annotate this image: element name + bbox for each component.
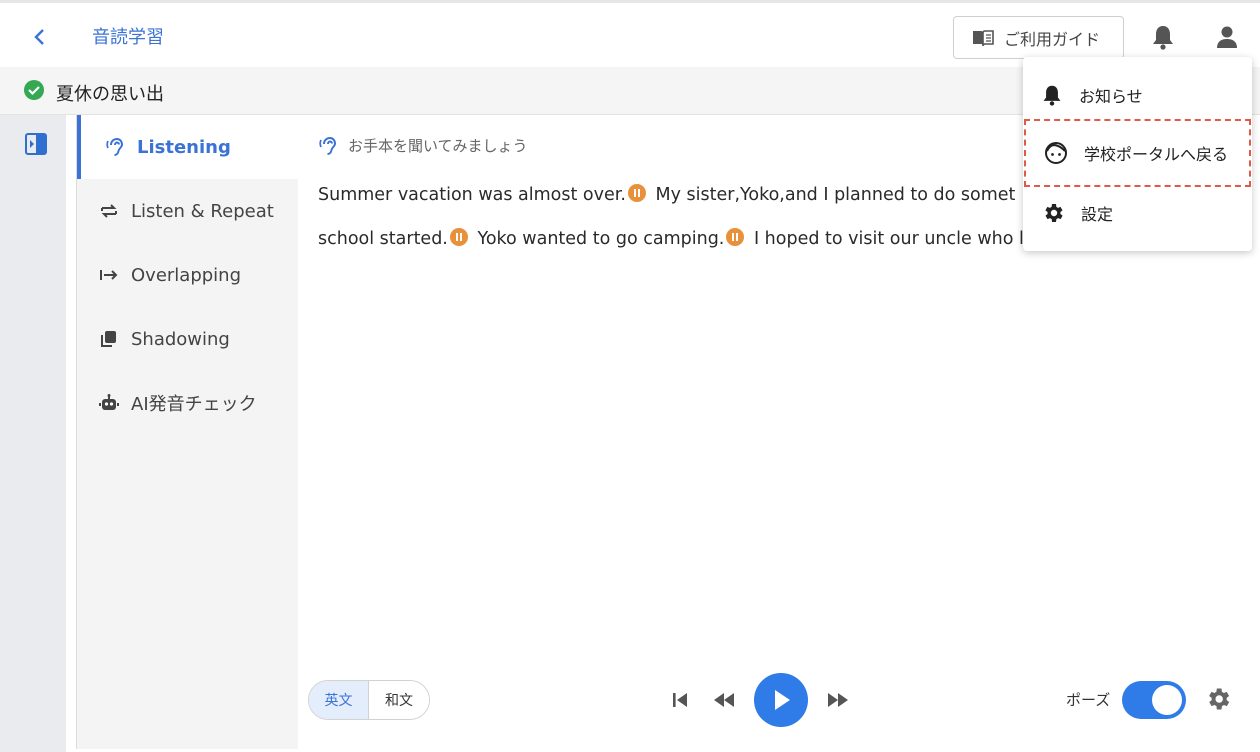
book-icon: [973, 29, 994, 46]
fast-forward-icon: [828, 693, 848, 707]
mode-label: Listen & Repeat: [131, 200, 274, 222]
repeat-icon: [99, 201, 119, 221]
menu-item-label: お知らせ: [1079, 87, 1143, 106]
left-rail: [0, 115, 66, 752]
play-button[interactable]: [754, 673, 808, 727]
guide-label: ご利用ガイド: [1004, 29, 1101, 49]
sidebar-toggle-icon[interactable]: [25, 133, 47, 155]
menu-item-label: 学校ポータルへ戻る: [1084, 145, 1229, 164]
bell-icon: [1153, 26, 1173, 50]
skip-previous-icon: [673, 693, 687, 707]
playback-controls: [658, 673, 860, 727]
ear-icon: [319, 136, 337, 155]
hint-text: お手本を聞いてみましょう: [348, 137, 528, 155]
menu-item-school-portal[interactable]: 学校ポータルへ戻る: [1024, 119, 1251, 187]
mode-item-listen-repeat[interactable]: Listen & Repeat: [77, 179, 298, 243]
mode-item-shadowing[interactable]: Shadowing: [77, 307, 298, 371]
mode-menu: Listening Listen & Repeat Overlapping Sh…: [77, 115, 298, 749]
lesson-title: 夏休の思い出: [56, 84, 164, 105]
back-button[interactable]: [24, 21, 56, 53]
copy-icon: [99, 329, 119, 349]
notifications-button[interactable]: [1150, 23, 1178, 51]
mode-label: AI発音チェック: [131, 394, 257, 415]
pause-marker-icon: [726, 228, 745, 246]
robot-icon: [99, 393, 119, 413]
gear-icon: [1045, 204, 1063, 222]
skip-to-start-button[interactable]: [658, 674, 702, 726]
sentence[interactable]: Summer vacation was almost over.: [318, 185, 626, 205]
pause-marker-icon: [627, 184, 646, 202]
ear-icon: [105, 137, 125, 157]
user-icon: [1217, 26, 1237, 48]
sentence[interactable]: Yoko wanted to go camping.: [477, 229, 724, 249]
sentence[interactable]: My sister,Yoko,and I planned to do somet: [656, 185, 1016, 205]
play-icon: [775, 690, 790, 710]
menu-item-notifications[interactable]: お知らせ: [1023, 67, 1252, 123]
menu-item-settings[interactable]: 設定: [1023, 185, 1252, 241]
rewind-icon: [714, 693, 734, 707]
mode-label: Listening: [137, 136, 231, 158]
check-circle-icon: [24, 80, 44, 100]
face-icon: [1045, 142, 1067, 164]
sentence[interactable]: school started.: [318, 229, 448, 249]
chevron-left-icon: [34, 29, 44, 45]
mode-item-overlapping[interactable]: Overlapping: [77, 243, 298, 307]
pause-marker-icon: [449, 228, 468, 246]
english-text-button[interactable]: 英文: [309, 681, 369, 719]
arrow-right-bar-icon: [99, 265, 119, 285]
pause-toggle-switch[interactable]: [1122, 681, 1186, 719]
app-title: 音読学習: [92, 27, 164, 48]
fast-forward-button[interactable]: [816, 674, 860, 726]
mode-label: Overlapping: [131, 264, 242, 286]
gear-icon[interactable]: [1204, 685, 1232, 713]
user-dropdown-menu: お知らせ 学校ポータルへ戻る 設定: [1023, 57, 1252, 251]
mode-label: Shadowing: [131, 328, 230, 350]
instruction-hint: お手本を聞いてみましょう: [318, 135, 528, 156]
mode-item-ai-pronunciation[interactable]: AI発音チェック: [77, 371, 298, 435]
mode-item-listening[interactable]: Listening: [77, 115, 298, 179]
bell-icon: [1043, 85, 1061, 106]
sentence[interactable]: I hoped to visit our uncle who liv: [754, 229, 1039, 249]
switch-knob: [1152, 685, 1182, 715]
guide-button[interactable]: ご利用ガイド: [953, 16, 1124, 59]
menu-item-label: 設定: [1081, 205, 1114, 224]
language-toggle: 英文 和文: [308, 680, 430, 720]
user-menu-button[interactable]: [1214, 23, 1242, 51]
japanese-text-button[interactable]: 和文: [369, 681, 429, 719]
rewind-button[interactable]: [702, 674, 746, 726]
pause-label: ポーズ: [1066, 691, 1111, 709]
